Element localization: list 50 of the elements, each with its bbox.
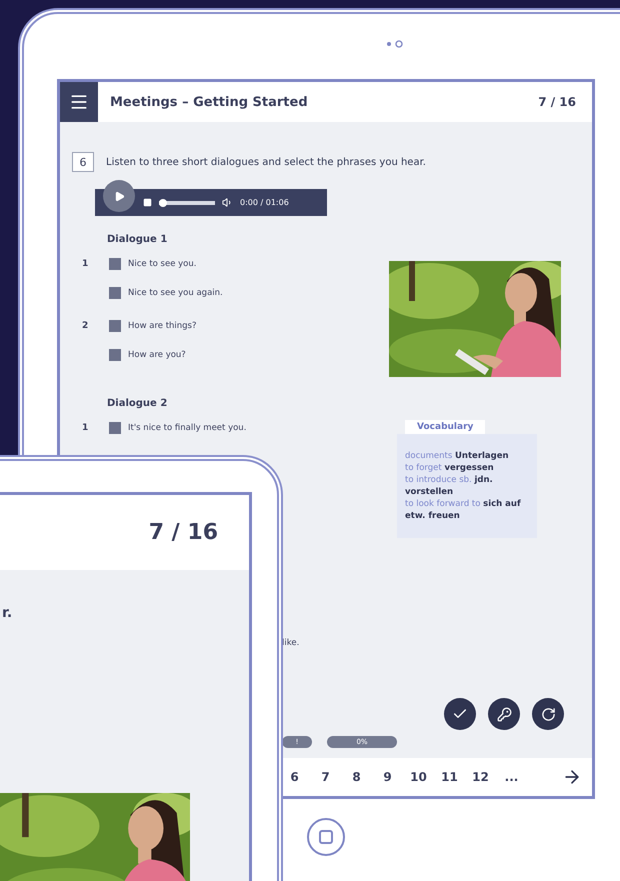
page-counter: 7 / 16 [148,520,218,545]
item-number: 2 [82,321,88,331]
lesson-title: Meetings – Getting Started [110,94,309,110]
key-icon [496,706,512,722]
check-button[interactable] [444,698,476,730]
checkbox[interactable] [109,349,121,361]
page-counter: 7 / 16 [538,95,576,109]
page-link[interactable]: 12 [465,770,496,784]
volume-icon [222,197,233,208]
item-number: 1 [82,423,88,433]
refresh-icon [540,706,556,722]
phrase-text: It's nice to finally meet you. [128,423,246,433]
phrase-text: How are you? [128,350,186,360]
page-link[interactable]: 6 [279,770,310,784]
menu-button[interactable] [60,82,98,122]
phrase-text: How are things? [128,321,196,331]
reset-button[interactable] [532,698,564,730]
checkbox[interactable] [109,320,121,332]
page-link[interactable]: 8 [341,770,372,784]
vocabulary-entry: to forget vergessen [405,462,495,474]
page-link[interactable]: 7 [310,770,341,784]
exercise-number: 6 [72,152,94,172]
home-button[interactable] [307,818,345,856]
seek-slider[interactable] [159,200,215,204]
dialogue-title: Dialogue 2 [107,398,168,409]
page-link[interactable]: ... [496,770,527,784]
play-button[interactable] [103,180,135,212]
audio-time: 0:00 / 01:06 [240,198,289,207]
page-link[interactable]: 11 [434,770,465,784]
square-icon [319,830,333,844]
phrase-text: Nice to see you again. [128,288,223,298]
dialogue-title: Dialogue 1 [107,234,168,245]
camera-icon [384,39,404,49]
play-icon [114,190,124,202]
checkbox[interactable] [109,258,121,270]
item-number: 1 [82,259,88,269]
seek-thumb[interactable] [159,198,167,206]
instruction-text: Listen to three short dialogues and select the phrases you hear. [106,156,426,168]
checkbox[interactable] [109,422,121,434]
phrase-text: like. [282,638,300,648]
instruction-text: r. [2,605,12,621]
vocabulary-title: Vocabulary [405,420,486,434]
page-link[interactable]: 10 [403,770,434,784]
vocabulary-entry: documents Unterlagen [405,450,510,462]
vocabulary-entry: to look forward to sich auf etw. freuen [405,498,522,522]
checkbox[interactable] [109,287,121,299]
phrase-text: Nice to see you. [128,259,196,269]
stop-icon [143,198,152,207]
page-link[interactable]: 9 [372,770,403,784]
solution-button[interactable] [488,698,520,730]
